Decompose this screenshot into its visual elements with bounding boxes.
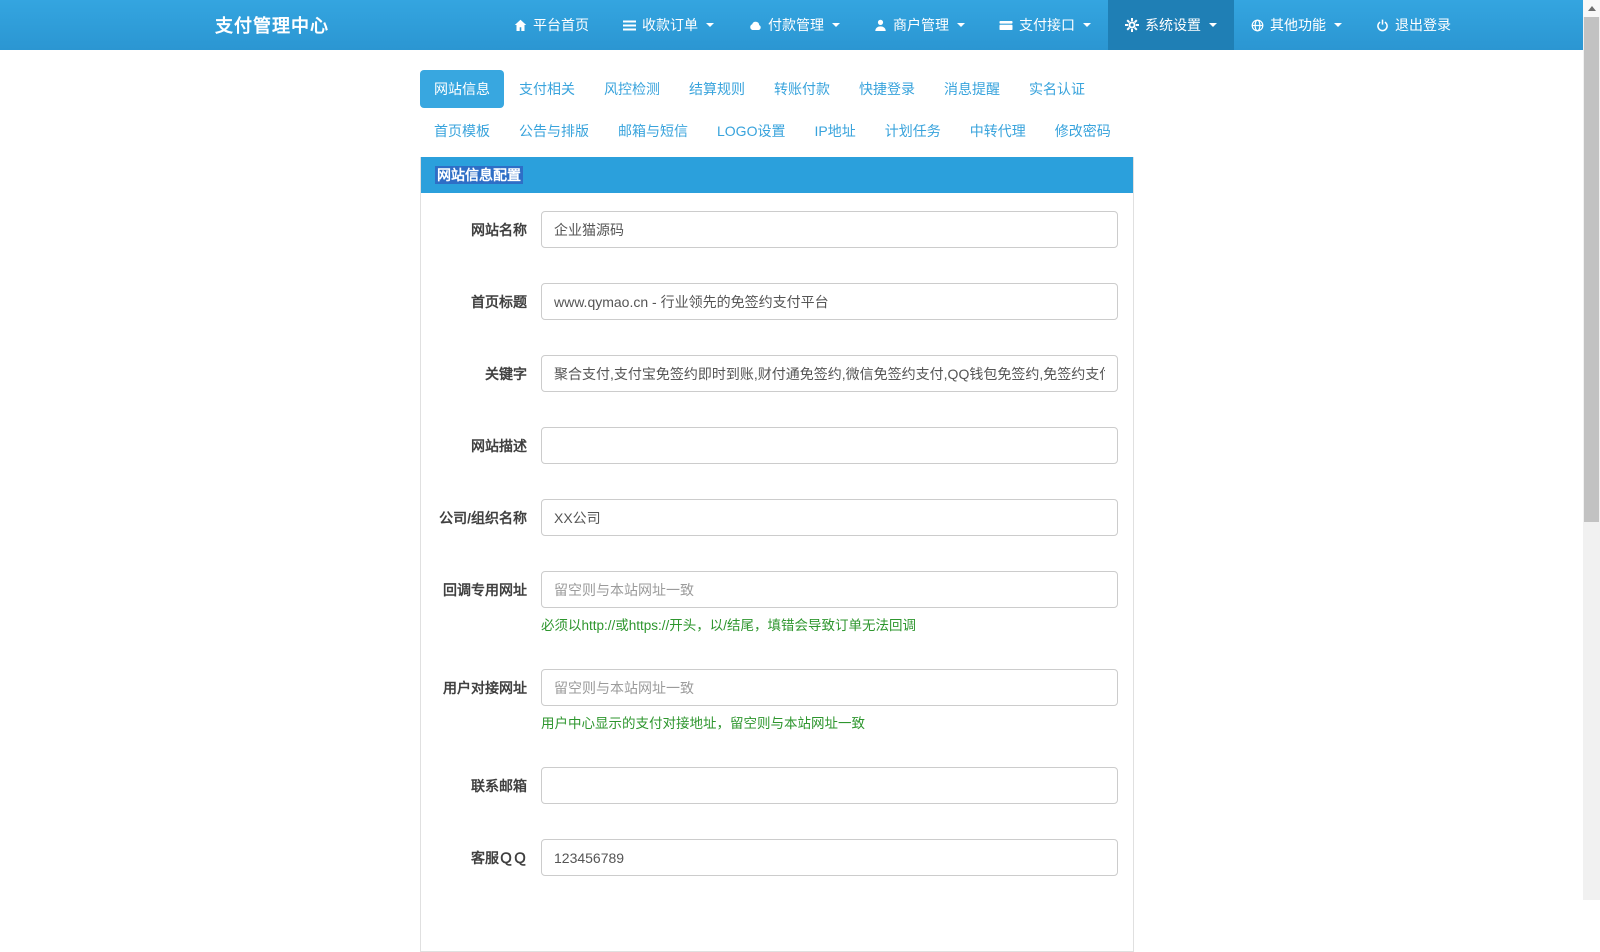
- field-label: 关键字: [485, 366, 527, 382]
- tab-transit-proxy[interactable]: 中转代理: [956, 112, 1040, 150]
- field-label: 联系邮箱: [471, 778, 527, 794]
- gear-icon: [1125, 18, 1139, 32]
- nav-logout[interactable]: 退出登录: [1359, 0, 1468, 50]
- chevron-down-icon: [706, 23, 714, 27]
- form-row: 网站描述: [436, 427, 1118, 464]
- field-label: 网站名称: [471, 222, 527, 238]
- panel-heading: 网站信息配置: [421, 157, 1133, 193]
- nav-system-settings[interactable]: 系统设置: [1108, 0, 1234, 50]
- chevron-down-icon: [1083, 23, 1091, 27]
- user-icon: [874, 19, 887, 32]
- tab-site-info[interactable]: 网站信息: [420, 70, 504, 108]
- form-row: 网站名称: [436, 211, 1118, 248]
- list-icon: [623, 19, 636, 32]
- navbar-menu: 平台首页 收款订单 付款管理 商户管理 支付接口 系统设置 其他功能 退出登录: [497, 0, 1468, 50]
- company-name-input[interactable]: [541, 499, 1118, 536]
- chevron-down-icon: [832, 23, 840, 27]
- service-qq-input[interactable]: [541, 839, 1118, 876]
- form-row: 回调专用网址 必须以http://或https://开头，以/结尾，填错会导致订…: [436, 571, 1118, 634]
- tab-message-reminder[interactable]: 消息提醒: [930, 70, 1014, 108]
- field-label: 客服ＱＱ: [471, 850, 527, 866]
- scrollbar-thumb[interactable]: [1584, 17, 1599, 522]
- tab-realname-auth[interactable]: 实名认证: [1015, 70, 1099, 108]
- panel-title: 网站信息配置: [435, 166, 523, 184]
- nav-merchant-management[interactable]: 商户管理: [857, 0, 982, 50]
- nav-platform-home[interactable]: 平台首页: [497, 0, 606, 50]
- main-content: 网站信息 支付相关 风控检测 结算规则 转账付款 快捷登录 消息提醒 实名认证 …: [420, 70, 1134, 952]
- form-row: 关键字: [436, 355, 1118, 392]
- nav-payment-interface[interactable]: 支付接口: [982, 0, 1108, 50]
- tab-risk-control[interactable]: 风控检测: [590, 70, 674, 108]
- keywords-input[interactable]: [541, 355, 1118, 392]
- top-navbar: 支付管理中心 平台首页 收款订单 付款管理 商户管理 支付接口 系统设置 其他功…: [0, 0, 1600, 50]
- tab-logo-settings[interactable]: LOGO设置: [703, 112, 799, 150]
- form-row: 用户对接网址 用户中心显示的支付对接地址，留空则与本站网址一致: [436, 669, 1118, 732]
- globe-icon: [1251, 19, 1264, 32]
- site-description-input[interactable]: [541, 427, 1118, 464]
- field-label: 首页标题: [471, 294, 527, 310]
- user-link-url-input[interactable]: [541, 669, 1118, 706]
- settings-tabs-row1: 网站信息 支付相关 风控检测 结算规则 转账付款 快捷登录 消息提醒 实名认证: [420, 70, 1134, 108]
- tab-home-template[interactable]: 首页模板: [420, 112, 504, 150]
- vertical-scrollbar[interactable]: [1583, 0, 1600, 900]
- site-info-panel: 网站信息配置 网站名称 首页标题 关键字: [420, 157, 1134, 952]
- form-row: 首页标题: [436, 283, 1118, 320]
- tab-ip-address[interactable]: IP地址: [800, 112, 869, 150]
- site-name-input[interactable]: [541, 211, 1118, 248]
- power-icon: [1376, 19, 1389, 32]
- cloud-icon: [748, 19, 762, 32]
- field-label: 网站描述: [471, 438, 527, 454]
- settings-tabs-row2: 首页模板 公告与排版 邮箱与短信 LOGO设置 IP地址 计划任务 中转代理 修…: [420, 112, 1134, 150]
- credit-card-icon: [999, 19, 1013, 32]
- field-help-text: 用户中心显示的支付对接地址，留空则与本站网址一致: [541, 716, 865, 731]
- tab-change-password[interactable]: 修改密码: [1041, 112, 1125, 150]
- tab-email-sms[interactable]: 邮箱与短信: [604, 112, 702, 150]
- form-row: 公司/组织名称: [436, 499, 1118, 536]
- form-row: 联系邮箱: [436, 767, 1118, 804]
- tab-scheduled-tasks[interactable]: 计划任务: [871, 112, 955, 150]
- nav-collection-orders[interactable]: 收款订单: [606, 0, 731, 50]
- nav-payment-management[interactable]: 付款管理: [731, 0, 857, 50]
- field-label: 公司/组织名称: [439, 510, 527, 526]
- chevron-down-icon: [957, 23, 965, 27]
- field-label: 用户对接网址: [443, 680, 527, 696]
- field-label: 回调专用网址: [443, 582, 527, 598]
- field-help-text: 必须以http://或https://开头，以/结尾，填错会导致订单无法回调: [541, 618, 917, 633]
- form-row: 客服ＱＱ: [436, 839, 1118, 876]
- chevron-down-icon: [1334, 23, 1342, 27]
- scroll-up-arrow-icon[interactable]: [1583, 0, 1600, 17]
- home-title-input[interactable]: [541, 283, 1118, 320]
- home-icon: [514, 19, 527, 32]
- callback-url-input[interactable]: [541, 571, 1118, 608]
- tab-quick-login[interactable]: 快捷登录: [845, 70, 929, 108]
- tab-settlement-rules[interactable]: 结算规则: [675, 70, 759, 108]
- tab-payment-related[interactable]: 支付相关: [505, 70, 589, 108]
- nav-other-functions[interactable]: 其他功能: [1234, 0, 1359, 50]
- app-title: 支付管理中心: [215, 16, 329, 36]
- chevron-down-icon: [1209, 23, 1217, 27]
- tab-announcement-layout[interactable]: 公告与排版: [505, 112, 603, 150]
- tab-transfer-payment[interactable]: 转账付款: [760, 70, 844, 108]
- panel-body: 网站名称 首页标题 关键字 网站描述: [421, 193, 1133, 951]
- contact-email-input[interactable]: [541, 767, 1118, 804]
